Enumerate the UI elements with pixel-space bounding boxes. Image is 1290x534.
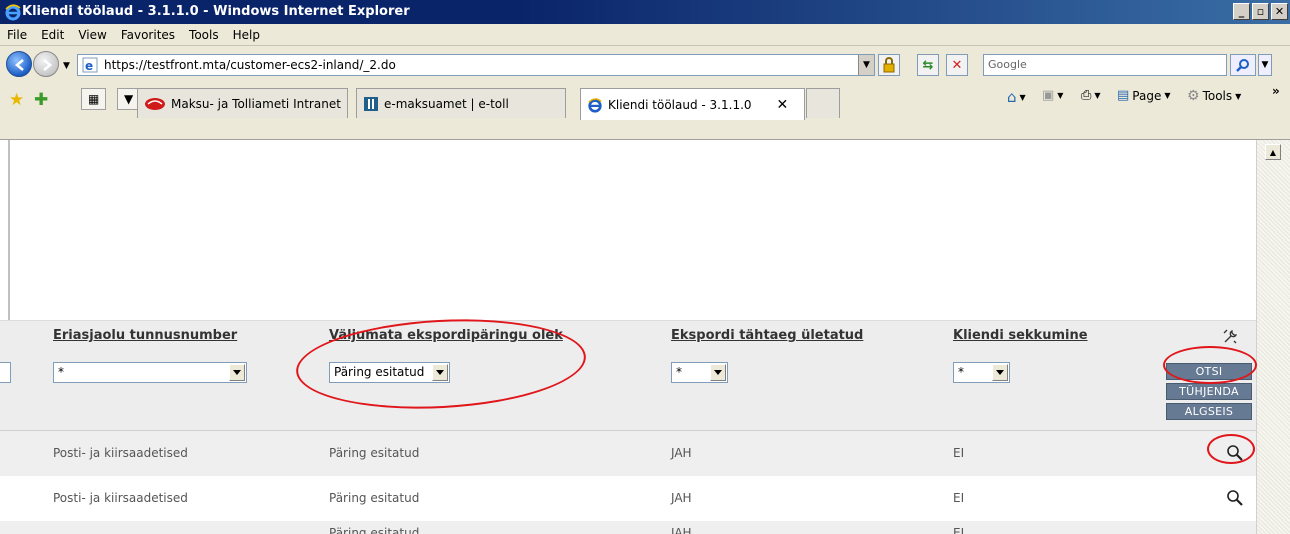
svg-text:e: e — [85, 59, 93, 73]
header-ekspordi-tahtaeg[interactable]: Ekspordi tähtaeg ületatud — [671, 328, 863, 343]
magnifier-icon[interactable] — [1226, 489, 1244, 507]
menu-view[interactable]: View — [71, 28, 113, 42]
print-button[interactable]: ⎙ ▼ — [1081, 88, 1101, 103]
vertical-scrollbar[interactable]: ▲ — [1256, 140, 1290, 534]
tools-menu[interactable]: ⚙ Tools ▼ — [1187, 88, 1241, 104]
add-favorite-icon[interactable]: ✚ — [34, 90, 48, 110]
page-menu[interactable]: ▤ Page ▼ — [1117, 88, 1171, 103]
chevron-down-icon — [229, 364, 245, 381]
tab-etoll[interactable]: e-maksuamet | e-toll — [356, 88, 566, 118]
window-titlebar: Kliendi töölaud - 3.1.1.0 - Windows Inte… — [0, 0, 1290, 24]
filter-eriasjaolu-select[interactable]: * — [53, 362, 247, 383]
home-icon: ⌂ — [1007, 88, 1017, 106]
scroll-up-icon[interactable]: ▲ — [1265, 144, 1281, 160]
url-input[interactable]: e https://testfront.mta/customer-ecs2-in… — [77, 54, 875, 76]
tab-kliendi-toolaud[interactable]: Kliendi töölaud - 3.1.1.0 ✕ — [580, 88, 805, 120]
table-row[interactable]: Päring esitatud JAH EI — [0, 521, 1256, 534]
feeds-icon: ▣ — [1042, 88, 1055, 103]
wrench-icon[interactable] — [1222, 329, 1238, 345]
table-header-row: Eriasjaolu tunnusnumber Väljumata ekspor… — [0, 320, 1256, 353]
close-tab-icon[interactable]: ✕ — [777, 97, 789, 113]
lock-icon[interactable] — [878, 54, 900, 76]
search-icon[interactable] — [1230, 54, 1256, 76]
tab-label: Kliendi töölaud - 3.1.1.0 — [608, 97, 752, 112]
refresh-icon[interactable]: ⇆ — [917, 54, 939, 76]
history-dropdown-icon[interactable]: ▼ — [63, 61, 70, 71]
gear-icon: ⚙ — [1187, 88, 1200, 104]
address-bar: ▼ e https://testfront.mta/customer-ecs2-… — [0, 46, 1290, 82]
menu-favorites[interactable]: Favorites — [114, 28, 182, 42]
tab-label: e-maksuamet | e-toll — [384, 96, 509, 111]
search-options-icon[interactable]: ▼ — [1258, 54, 1272, 76]
print-icon: ⎙ — [1081, 88, 1092, 103]
mta-logo-icon — [145, 97, 165, 110]
minimize-button[interactable]: _ — [1233, 3, 1250, 20]
stop-icon[interactable]: ✕ — [946, 54, 968, 76]
back-button[interactable] — [6, 51, 32, 77]
menu-file[interactable]: File — [0, 28, 34, 42]
table-row[interactable]: Posti- ja kiirsaadetised Päring esitatud… — [0, 431, 1256, 476]
favorites-star-icon[interactable]: ★ — [9, 90, 24, 110]
clear-button[interactable]: TÜHJENDA — [1166, 383, 1252, 400]
etoll-logo-icon — [364, 96, 378, 111]
tab-bar: ★ ✚ ▦ ▼ Maksu- ja Tolliameti Intranet e-… — [0, 82, 1290, 140]
arrow-left-icon — [14, 59, 24, 71]
filter-row: * Päring esitatud * * OTSI TÜHJENDA ALGS… — [0, 353, 1256, 431]
annotation-ellipse — [1207, 434, 1255, 464]
annotation-ellipse — [1163, 346, 1257, 384]
ie-icon — [588, 97, 602, 113]
filter-ekspordi-select[interactable]: * — [671, 362, 728, 383]
header-eriasjaolu[interactable]: Eriasjaolu tunnusnumber — [53, 328, 237, 343]
filter-stub — [0, 362, 11, 383]
chevron-down-icon — [992, 364, 1008, 381]
table-row[interactable]: Posti- ja kiirsaadetised Päring esitatud… — [0, 476, 1256, 521]
tab-label: Maksu- ja Tolliameti Intranet — [171, 96, 341, 111]
ie-page-icon: e — [82, 57, 98, 73]
menu-tools[interactable]: Tools — [182, 28, 226, 42]
quick-tabs-icon[interactable]: ▦ — [81, 88, 107, 110]
ie-icon — [5, 4, 21, 21]
feeds-button[interactable]: ▣ ▼ — [1042, 88, 1063, 103]
reset-button[interactable]: ALGSEIS — [1166, 403, 1252, 420]
window-title: Kliendi töölaud - 3.1.1.0 - Windows Inte… — [22, 4, 410, 19]
more-commands-icon[interactable]: » — [1272, 84, 1280, 98]
header-kliendi-sekkumine[interactable]: Kliendi sekkumine — [953, 328, 1088, 343]
menu-bar: File Edit View Favorites Tools Help — [0, 24, 1290, 46]
chevron-down-icon — [710, 364, 726, 381]
tab-mta-intranet[interactable]: Maksu- ja Tolliameti Intranet — [137, 88, 348, 118]
page-icon: ▤ — [1117, 88, 1130, 103]
close-button[interactable]: ✕ — [1271, 3, 1288, 20]
arrow-right-icon — [43, 59, 53, 71]
url-dropdown-icon[interactable]: ▼ — [858, 55, 874, 75]
filter-kliendi-select[interactable]: * — [953, 362, 1010, 383]
home-button[interactable]: ⌂ ▼ — [1007, 88, 1026, 106]
new-tab-button[interactable] — [806, 88, 840, 118]
search-input[interactable]: Google — [983, 54, 1227, 76]
maximize-button[interactable]: ▫ — [1252, 3, 1269, 20]
forward-button[interactable] — [33, 51, 59, 77]
url-text: https://testfront.mta/customer-ecs2-inla… — [104, 58, 396, 72]
menu-help[interactable]: Help — [226, 28, 267, 42]
menu-edit[interactable]: Edit — [34, 28, 71, 42]
page-content: Eriasjaolu tunnusnumber Väljumata ekspor… — [0, 140, 1290, 534]
